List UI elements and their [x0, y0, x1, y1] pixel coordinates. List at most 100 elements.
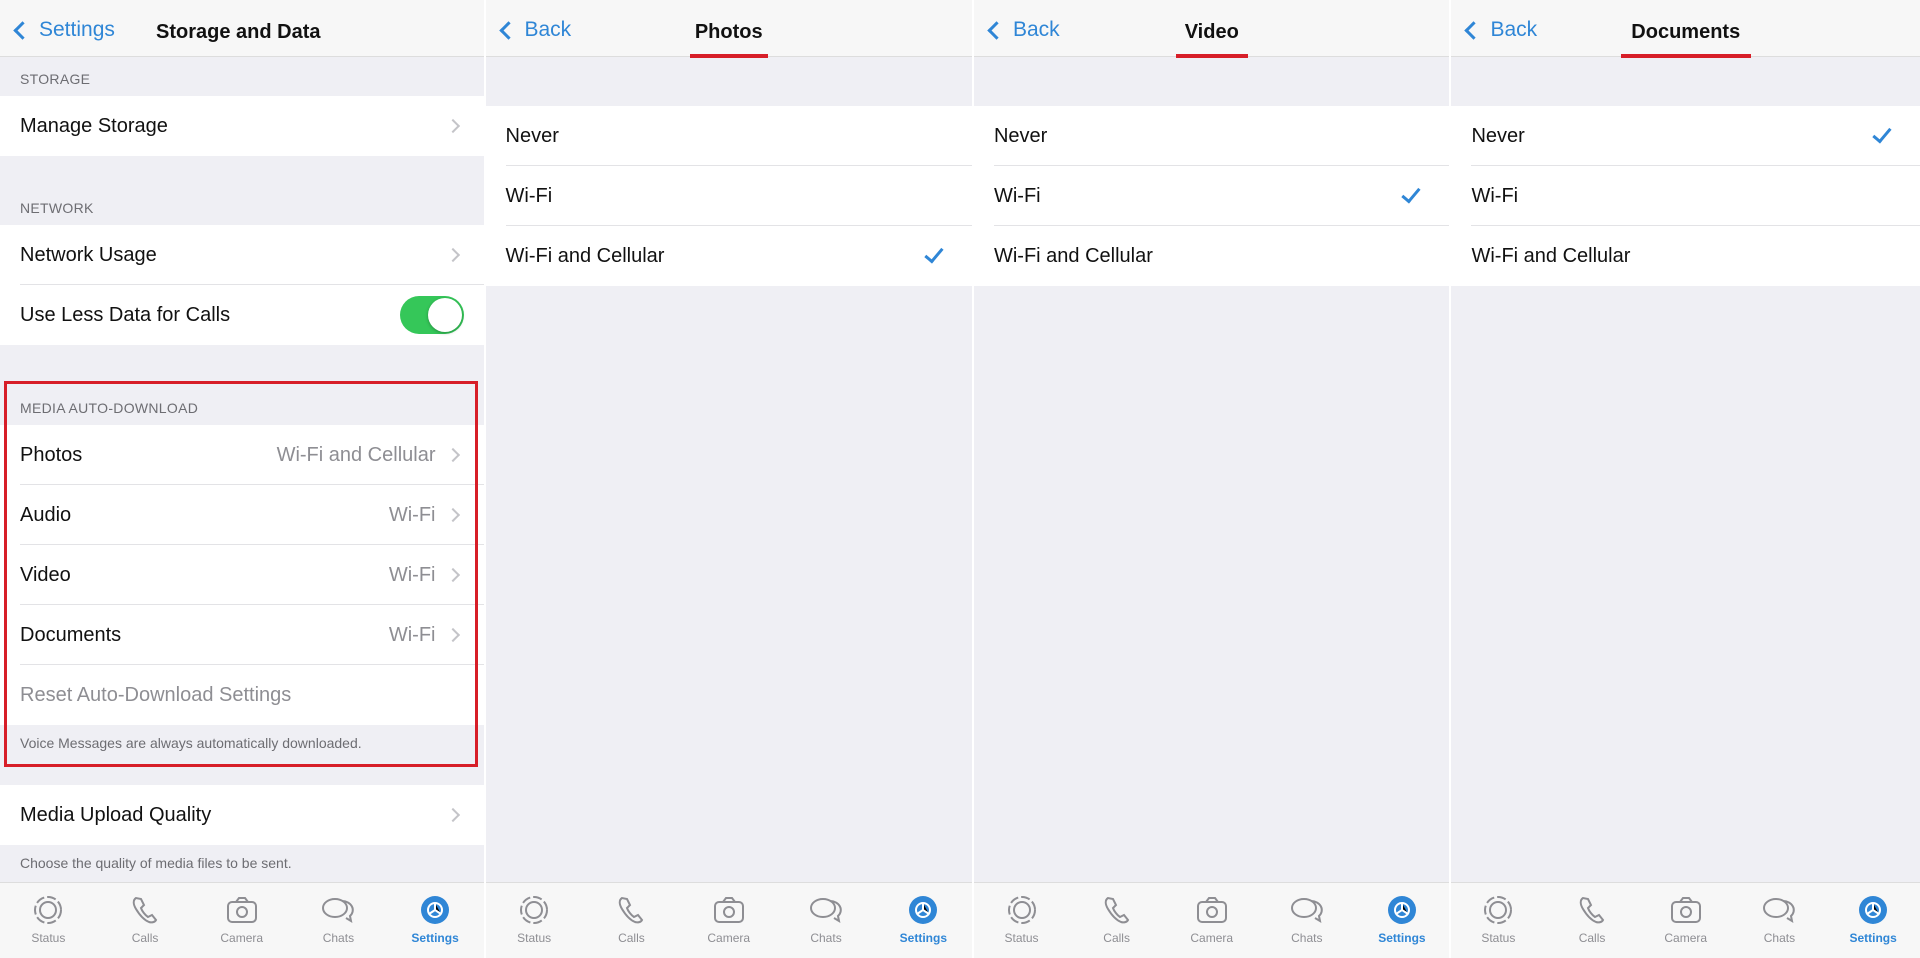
tab-settings[interactable]: Settings [1362, 893, 1442, 958]
tab-camera[interactable]: Camera [689, 893, 769, 958]
tab-label: Chats [810, 931, 842, 945]
row-label: Network Usage [20, 243, 157, 266]
camera-icon [713, 897, 744, 923]
tab-status[interactable]: Status [1458, 893, 1538, 958]
tab-label: Camera [707, 931, 751, 945]
tab-camera[interactable]: Camera [1646, 893, 1726, 958]
tab-label: Calls [131, 931, 159, 945]
row-label: Use Less Data for Calls [20, 303, 231, 326]
tab-status[interactable]: Status [982, 893, 1062, 958]
gear-icon [1387, 896, 1416, 924]
tab-camera[interactable]: Camera [202, 893, 282, 958]
chevron-left-icon [498, 20, 518, 40]
chevron-left-icon [987, 20, 1006, 40]
chat-bubbles-icon [322, 898, 355, 924]
chevron-right-icon [445, 118, 460, 134]
option-label: Wi-Fi and Cellular [1471, 244, 1631, 267]
option-wi-fi-and-cellular[interactable]: Wi-Fi and Cellular [1451, 226, 1920, 286]
page-title: Photos [694, 21, 763, 43]
tab-label: Status [1004, 931, 1039, 945]
media-upload-quality-row[interactable]: Media Upload Quality [0, 785, 484, 845]
chevron-right-icon [445, 507, 460, 523]
chevron-right-icon [445, 567, 460, 583]
section-header-network: NETWORK [20, 200, 94, 216]
chevron-left-icon [13, 20, 32, 40]
back-label: Settings [39, 18, 115, 41]
camera-icon [1670, 897, 1701, 923]
tab-settings[interactable]: Settings [883, 893, 963, 958]
chevron-right-icon [445, 807, 460, 823]
chevron-left-icon [1464, 20, 1484, 40]
chat-bubbles-icon [810, 898, 842, 924]
title-underline [689, 54, 768, 58]
tab-chats[interactable]: Chats [1267, 893, 1347, 958]
phone-icon [1579, 896, 1605, 924]
tab-calls[interactable]: Calls [105, 893, 185, 958]
row-value: Wi-Fi [388, 623, 436, 646]
tab-label: Status [1481, 931, 1516, 945]
reset-auto-download-button[interactable]: Reset Auto-Download Settings [0, 665, 484, 725]
tab-label: Settings [411, 931, 459, 945]
nav-bar: Back Video [973, 0, 1450, 58]
use-less-data-row: Use Less Data for Calls [0, 285, 484, 345]
tab-calls[interactable]: Calls [1552, 893, 1632, 958]
option-label: Wi-Fi and Cellular [993, 244, 1153, 267]
option-wi-fi[interactable]: Wi-Fi [485, 166, 972, 226]
camera-icon [226, 897, 257, 923]
tab-label: Status [31, 931, 66, 945]
tab-label: Status [517, 931, 552, 945]
chevron-right-icon [445, 247, 460, 263]
option-wi-fi[interactable]: Wi-Fi [973, 166, 1450, 226]
back-button[interactable]: Back [984, 18, 1060, 42]
status-icon [1484, 896, 1513, 924]
row-label: Audio [20, 503, 72, 526]
option-never[interactable]: Never [485, 106, 972, 166]
option-wi-fi-and-cellular[interactable]: Wi-Fi and Cellular [973, 226, 1450, 286]
tab-label: Calls [618, 931, 645, 945]
network-usage-row[interactable]: Network Usage [0, 225, 484, 285]
tab-chats[interactable]: Chats [1739, 893, 1819, 958]
media-row-video[interactable]: Video Wi-Fi [0, 545, 484, 605]
option-wi-fi[interactable]: Wi-Fi [1451, 166, 1920, 226]
tab-camera[interactable]: Camera [1172, 893, 1252, 958]
tab-label: Camera [220, 931, 264, 945]
tab-bar: Status Calls Camera Chats Settings [0, 882, 484, 958]
tab-status[interactable]: Status [494, 893, 574, 958]
tab-settings[interactable]: Settings [395, 893, 475, 958]
row-label: Photos [20, 443, 83, 466]
tab-chats[interactable]: Chats [786, 893, 866, 958]
back-button[interactable]: Settings [10, 18, 115, 42]
media-row-documents[interactable]: Documents Wi-Fi [0, 605, 484, 665]
media-footer: Voice Messages are always automatically … [20, 735, 362, 751]
tab-calls[interactable]: Calls [591, 893, 671, 958]
tab-chats[interactable]: Chats [298, 893, 378, 958]
use-less-data-toggle[interactable] [399, 296, 464, 334]
media-row-photos[interactable]: Photos Wi-Fi and Cellular [0, 425, 484, 485]
chevron-right-icon [445, 447, 460, 463]
storage-and-data-screen: Settings Storage and Data STORAGE Manage… [0, 0, 484, 958]
tab-bar: Status Calls Camera Chats Settings [973, 882, 1450, 958]
tab-status[interactable]: Status [8, 893, 88, 958]
manage-storage-row[interactable]: Manage Storage [0, 96, 484, 156]
status-icon [520, 896, 549, 924]
photos-screen: Back Photos Never Wi-Fi Wi-Fi and Cellular St… [485, 0, 972, 958]
page-title: Storage and Data [156, 21, 321, 43]
back-label: Back [524, 18, 572, 41]
tab-calls[interactable]: Calls [1077, 893, 1157, 958]
title-underline [1620, 54, 1751, 58]
status-icon [1007, 896, 1036, 924]
status-icon [34, 896, 63, 924]
section-header-media: MEDIA AUTO-DOWNLOAD [20, 400, 199, 416]
tab-settings[interactable]: Settings [1833, 893, 1913, 958]
option-never[interactable]: Never [1451, 106, 1920, 166]
media-row-audio[interactable]: Audio Wi-Fi [0, 485, 484, 545]
option-never[interactable]: Never [973, 106, 1450, 166]
back-button[interactable]: Back [496, 18, 572, 42]
back-button[interactable]: Back [1461, 18, 1537, 42]
option-wi-fi-and-cellular[interactable]: Wi-Fi and Cellular [485, 226, 972, 286]
camera-icon [1196, 897, 1227, 923]
option-label: Never [1471, 124, 1525, 147]
tab-label: Chats [1763, 931, 1796, 945]
gear-icon [1859, 896, 1888, 924]
gear-icon [421, 896, 450, 924]
